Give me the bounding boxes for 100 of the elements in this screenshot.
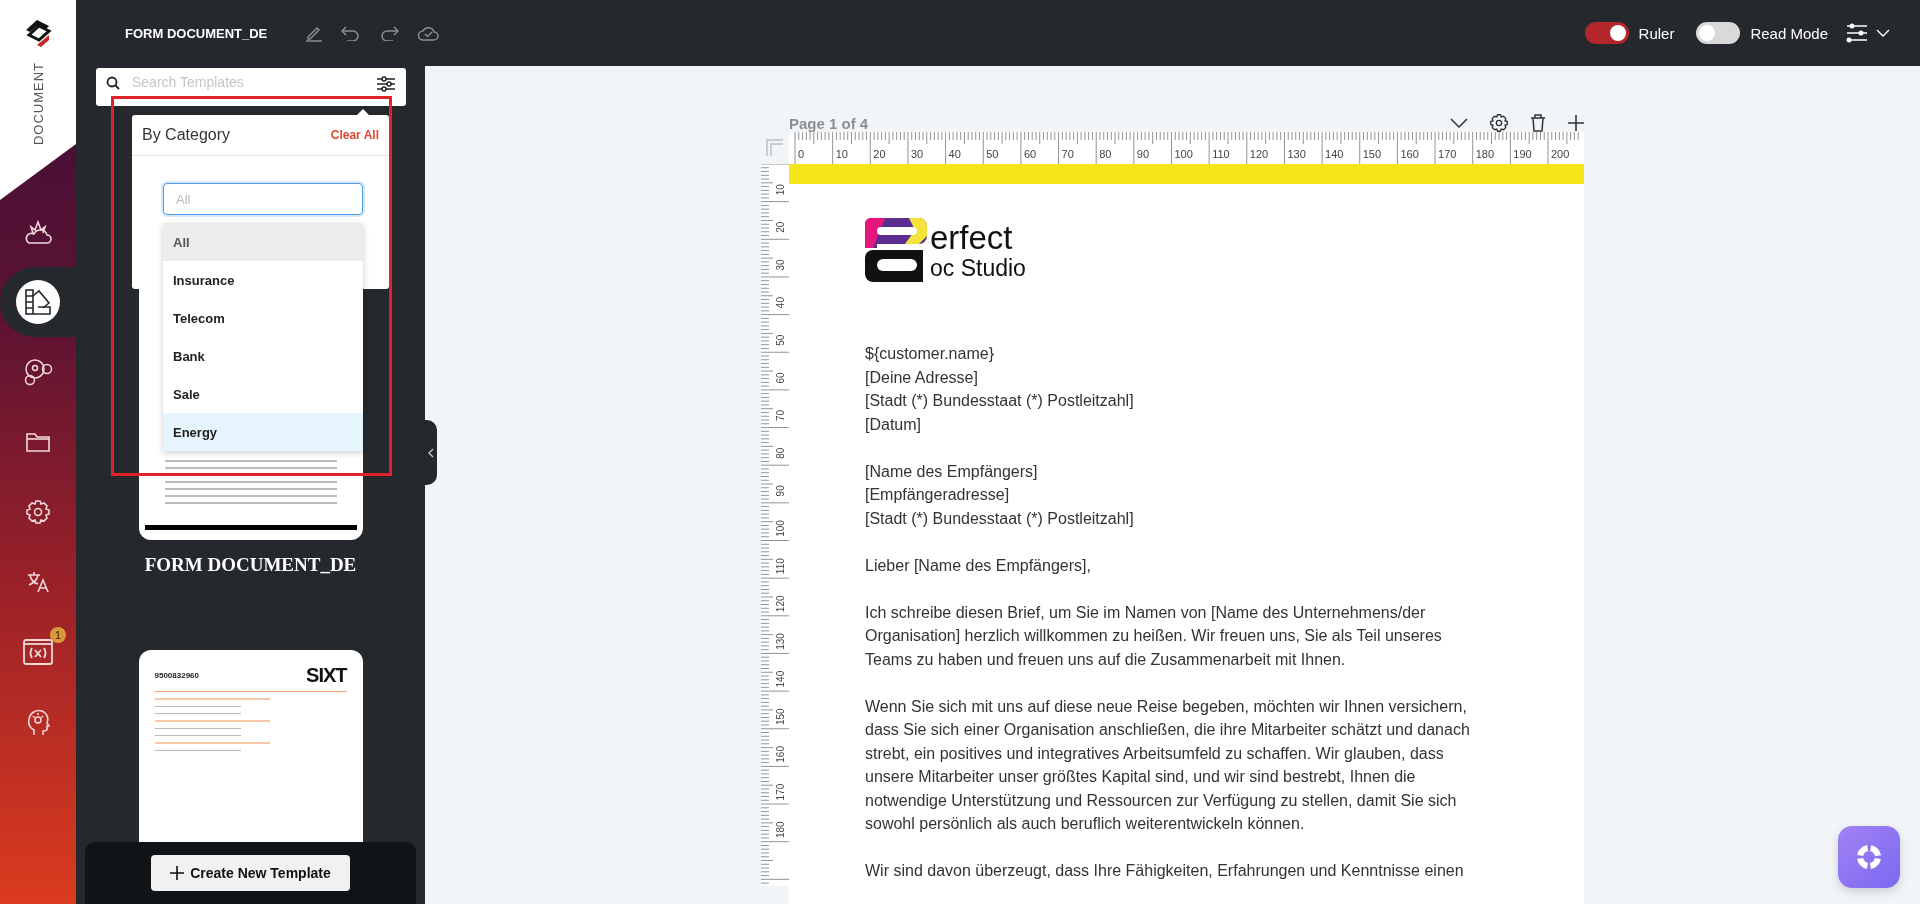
undo-icon[interactable] — [341, 25, 362, 41]
popup-title: By Category — [142, 126, 231, 144]
ruler-number: 110 — [1212, 148, 1230, 160]
redo-icon[interactable] — [379, 25, 400, 41]
trash-icon[interactable] — [1530, 114, 1546, 132]
ruler-number: 60 — [1023, 148, 1037, 160]
ruler-number: 30 — [774, 259, 786, 271]
brand-label: DOCUMENT — [30, 62, 46, 146]
text-line: [Datum] — [865, 414, 922, 435]
ruler-number: 0 — [798, 148, 805, 160]
search-field[interactable]: Search Templates — [96, 68, 406, 106]
ruler-number: 180 — [774, 821, 786, 839]
toggle-label: Ruler — [1638, 24, 1675, 42]
ruler-number: 90 — [774, 485, 786, 497]
ruler-number: 140 — [774, 670, 786, 688]
ruler-number: 110 — [774, 558, 786, 575]
page-label: Page 1 of 4 — [789, 114, 870, 132]
toggle-switch[interactable] — [1696, 22, 1741, 44]
ruler-number: 150 — [774, 708, 786, 726]
chevron-down-icon[interactable] — [1450, 118, 1468, 128]
ruler-number: 60 — [774, 372, 786, 384]
company-logo: SIXT — [306, 664, 347, 687]
ruler-number: 10 — [774, 184, 786, 196]
dropdown-option[interactable]: Sale — [163, 375, 363, 413]
text-line: [Empfängeradresse] — [865, 485, 1011, 505]
sidebar-item[interactable] — [0, 267, 76, 337]
ruler-number: 30 — [910, 148, 924, 160]
paragraph: Wenn Sie sich mit uns auf diese neue Reise begeben, möchten wir Ihnen versichern, dass Sie sich einer Organisation anschließen, die ihre Mitarbeiter schätzt und danach strebt, ein positives und integratives Arbeitsumfeld zu schaffen. Wir glauben, dass unsere Mitarbeiter unser größtes Kapital sind, und wir sind bestrebt, Ihnen die notwendige Unterstützung und Ressourcen zur Verfügung zu stellen, damit Sie sich sowohl persönlich als auch beruflich weiterentwickeln können. — [865, 696, 1471, 834]
search-icon — [106, 76, 120, 90]
text-line: [Stadt (*) Bundesstaat (*) Postleitzahl] — [865, 508, 1135, 529]
ruler-number: 10 — [835, 148, 848, 160]
search-input[interactable]: Search Templates — [132, 72, 364, 92]
toggle-switch[interactable] — [1584, 22, 1629, 44]
swatches-icon — [24, 288, 52, 316]
ruler-number: 170 — [774, 783, 786, 801]
ruler-number: 150 — [1362, 148, 1382, 160]
ruler-number: 70 — [1061, 148, 1074, 160]
variable-icon — [22, 638, 54, 666]
ruler-number: 120 — [1249, 148, 1269, 160]
ruler-number: 140 — [1325, 148, 1344, 160]
lifebuoy-icon — [1856, 844, 1882, 870]
dropdown-option[interactable]: Telecom — [163, 299, 363, 337]
ruler-number: 40 — [774, 297, 786, 309]
folder-icon — [26, 432, 50, 452]
template-name: FORM DOCUMENT_DE — [144, 554, 357, 576]
category-select[interactable]: All — [163, 183, 363, 215]
paragraph: Ich schreibe diesen Brief, um Sie im Namen von [Name des Unternehmens/der Organisation] herzlich willkommen zu heißen. Wir freuen uns, Sie als Teil unseres Teams zu haben und freuen uns auf die Zusammenarbeit mit Ihnen. — [865, 602, 1443, 670]
ruler-corner-icon — [766, 139, 784, 157]
ruler-number: 180 — [1475, 148, 1495, 160]
logo-mark — [865, 218, 927, 282]
dropdown-option[interactable]: Insurance — [163, 261, 363, 299]
plus-icon — [170, 866, 185, 880]
dropdown-option[interactable]: All — [163, 223, 363, 261]
ruler-number: 160 — [1400, 148, 1419, 160]
ruler-number: 190 — [1513, 148, 1532, 160]
document-title: FORM DOCUMENT_DE — [125, 25, 268, 41]
create-template-button[interactable]: Create New Template — [151, 855, 350, 891]
ruler-number: 130 — [1287, 148, 1306, 160]
collapse-handle[interactable] — [425, 420, 437, 485]
ruler-number: 80 — [1099, 148, 1112, 160]
text-line: [Name des Empfängers] — [865, 461, 1039, 482]
toggle-label: Read Mode — [1750, 24, 1828, 42]
paragraph: Wir sind davon überzeugt, dass Ihre Fähigkeiten, Erfahrungen und Kenntnisse einen — [865, 861, 1465, 881]
pencil-icon[interactable] — [305, 24, 324, 42]
sidebar-item[interactable]: 1 — [0, 617, 76, 687]
ruler-number: 120 — [774, 595, 786, 613]
settings-icon[interactable] — [1490, 114, 1508, 132]
ruler-number: 20 — [774, 221, 786, 233]
logo-text: erfect — [930, 221, 1014, 255]
ruler-number: 100 — [774, 520, 786, 537]
cloud-icon — [24, 219, 52, 245]
dropdown-option[interactable]: Energy — [163, 413, 363, 451]
filter-icon[interactable] — [376, 76, 396, 92]
ruler-number: 160 — [774, 746, 786, 763]
dropdown-option[interactable]: Bank — [163, 337, 363, 375]
cloud-check-icon[interactable] — [417, 24, 440, 42]
text-line: [Deine Adresse] — [865, 367, 979, 388]
plus-icon[interactable] — [1568, 115, 1584, 131]
ruler-number: 200 — [1551, 148, 1570, 160]
paragraph: Lieber [Name des Empfängers], — [865, 555, 1092, 576]
sliders-icon[interactable] — [1846, 23, 1868, 43]
settings-icon — [26, 500, 50, 524]
translate-icon — [26, 570, 50, 594]
count-badge: 1 — [50, 627, 66, 643]
help-button[interactable] — [1838, 826, 1900, 888]
invoice-number: 9500832960 — [154, 671, 199, 680]
ruler-number: 80 — [774, 447, 786, 459]
molecule-icon — [23, 357, 53, 387]
ruler-number: 40 — [948, 148, 961, 160]
head-bulb-icon — [26, 708, 50, 736]
ruler-number: 50 — [986, 148, 999, 160]
ruler-number: 20 — [873, 148, 886, 160]
logo-subtext: oc Studio — [930, 255, 1026, 281]
select-input[interactable]: All — [174, 190, 354, 208]
ruler-number: 50 — [774, 334, 786, 346]
ruler-number: 100 — [1174, 148, 1193, 160]
invoice-thumbnail[interactable]: 9500832960 SIXT — [138, 650, 363, 842]
ruler-number: 130 — [774, 633, 786, 650]
clear-all-link[interactable]: Clear All — [330, 128, 379, 142]
text-line: ${customer.name} — [865, 344, 995, 364]
